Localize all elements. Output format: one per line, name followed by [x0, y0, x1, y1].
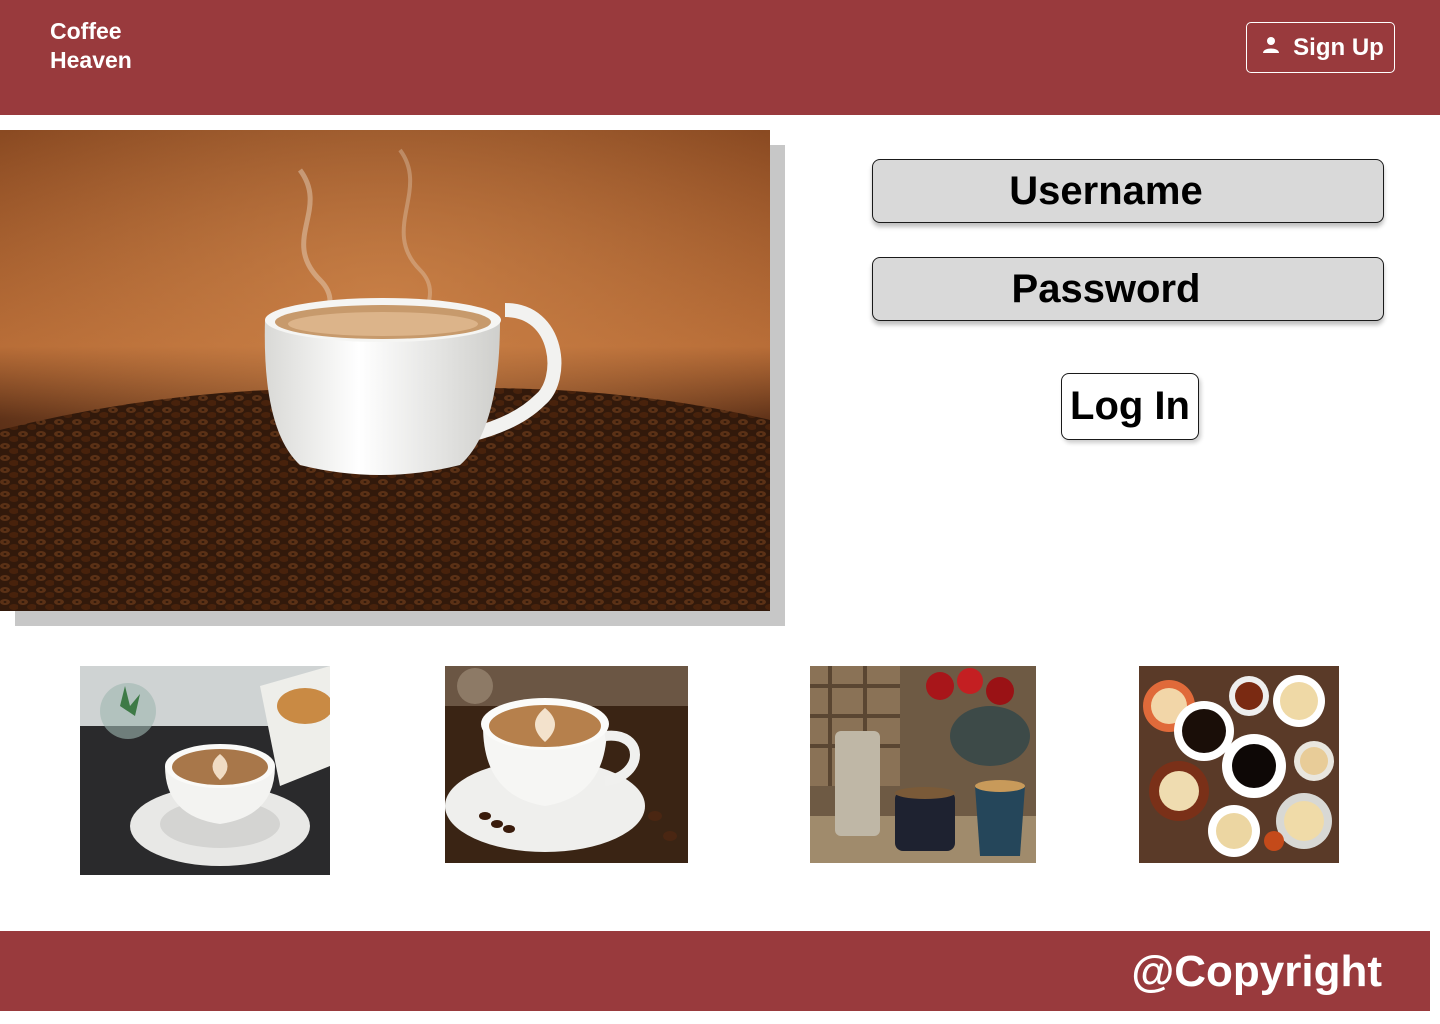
- sign-up-label: Sign Up: [1293, 33, 1384, 61]
- username-field[interactable]: Username: [872, 159, 1384, 223]
- user-icon: [1261, 34, 1281, 62]
- page: Coffee Heaven Sign Up Username Password …: [0, 0, 1440, 1024]
- footer-bar: @Copyright: [0, 931, 1430, 1011]
- password-field[interactable]: Password: [872, 257, 1384, 321]
- hero-coffee-image: [0, 130, 770, 611]
- sign-up-button[interactable]: Sign Up: [1246, 22, 1395, 73]
- header-bar: Coffee Heaven Sign Up: [0, 0, 1440, 115]
- coffee-cups-variety-thumbnail: [1139, 666, 1339, 863]
- brand-logo[interactable]: Coffee Heaven: [50, 17, 132, 75]
- username-label: Username: [1009, 168, 1203, 213]
- log-in-button[interactable]: Log In: [1061, 373, 1199, 440]
- coffee-mugs-thumbnail: [810, 666, 1036, 863]
- latte-art-thumbnail: [80, 666, 330, 875]
- copyright-text: @Copyright: [1131, 947, 1382, 996]
- brand-line-2: Heaven: [50, 47, 132, 73]
- password-label: Password: [1011, 266, 1201, 311]
- brand-line-1: Coffee: [50, 18, 122, 44]
- cappuccino-thumbnail: [445, 666, 688, 863]
